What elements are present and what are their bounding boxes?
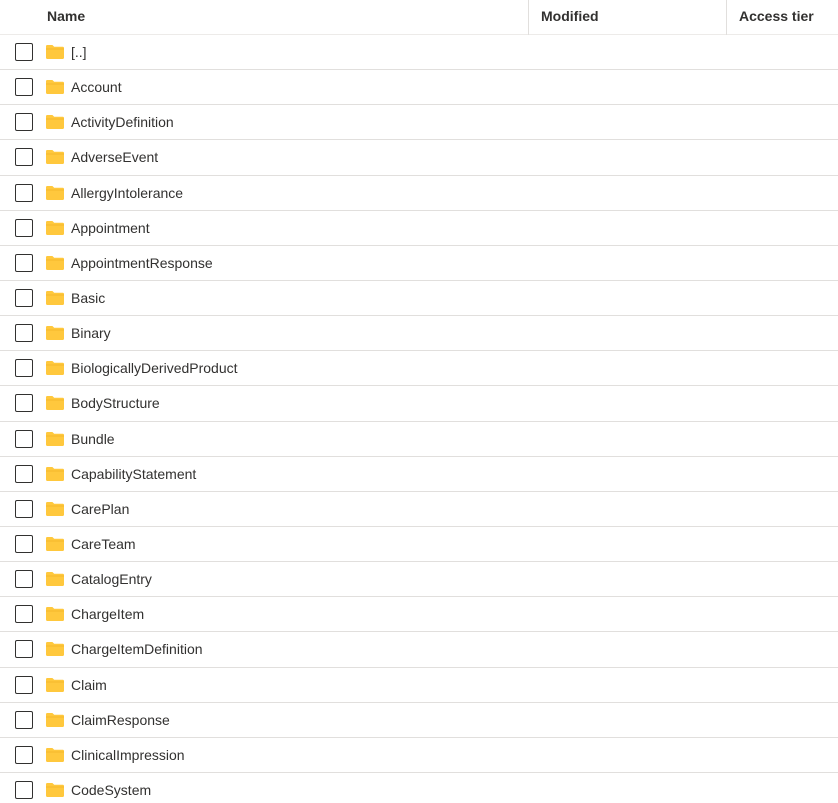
row-checkbox[interactable] bbox=[15, 499, 33, 518]
table-row[interactable]: ChargeItem bbox=[0, 597, 838, 633]
table-row[interactable]: Claim bbox=[0, 668, 838, 703]
row-checkbox[interactable] bbox=[15, 640, 33, 659]
file-list-grid: Name Modified Access tier [..] Account Act… bbox=[0, 0, 838, 803]
table-row[interactable]: Basic bbox=[0, 281, 838, 317]
folder-name-link[interactable]: Account bbox=[71, 70, 122, 105]
row-checkbox[interactable] bbox=[15, 359, 33, 378]
row-checkbox[interactable] bbox=[15, 570, 33, 589]
folder-name-link[interactable]: CarePlan bbox=[71, 492, 129, 527]
folder-icon bbox=[46, 536, 64, 551]
folder-name-link[interactable]: CatalogEntry bbox=[71, 562, 152, 597]
folder-icon bbox=[46, 712, 64, 727]
folder-icon bbox=[46, 115, 64, 130]
table-row[interactable]: BiologicallyDerivedProduct bbox=[0, 351, 838, 387]
folder-name-link[interactable]: BodyStructure bbox=[71, 386, 160, 421]
folder-name-link[interactable]: ChargeItemDefinition bbox=[71, 632, 203, 667]
column-header-access-tier[interactable]: Access tier bbox=[726, 0, 838, 35]
folder-name-link[interactable]: [..] bbox=[71, 35, 87, 70]
folder-icon bbox=[46, 572, 64, 587]
folder-icon bbox=[46, 501, 64, 516]
folder-icon bbox=[46, 220, 64, 235]
row-checkbox[interactable] bbox=[15, 394, 33, 413]
table-row[interactable]: ChargeItemDefinition bbox=[0, 632, 838, 668]
folder-name-link[interactable]: ClaimResponse bbox=[71, 703, 170, 738]
folder-name-link[interactable]: ActivityDefinition bbox=[71, 105, 174, 140]
row-checkbox[interactable] bbox=[15, 183, 33, 202]
row-checkbox[interactable] bbox=[15, 43, 33, 61]
row-checkbox[interactable] bbox=[15, 710, 33, 729]
folder-icon bbox=[46, 466, 64, 481]
row-checkbox[interactable] bbox=[15, 605, 33, 624]
table-row[interactable]: [..] bbox=[0, 35, 838, 71]
folder-icon bbox=[46, 45, 64, 59]
row-checkbox[interactable] bbox=[15, 253, 33, 272]
folder-icon bbox=[46, 290, 64, 305]
column-header-row: Name Modified Access tier bbox=[0, 0, 838, 35]
folder-icon bbox=[46, 150, 64, 165]
table-row[interactable]: CapabilityStatement bbox=[0, 457, 838, 492]
table-row[interactable]: AppointmentResponse bbox=[0, 246, 838, 281]
table-row[interactable]: CodeSystem bbox=[0, 773, 838, 803]
table-row[interactable]: ClaimResponse bbox=[0, 703, 838, 738]
folder-name-link[interactable]: CapabilityStatement bbox=[71, 457, 196, 492]
row-checkbox[interactable] bbox=[15, 429, 33, 448]
row-checkbox[interactable] bbox=[15, 148, 33, 167]
column-header-name[interactable]: Name bbox=[47, 0, 517, 35]
folder-icon bbox=[46, 326, 64, 341]
row-checkbox[interactable] bbox=[15, 534, 33, 553]
folder-name-link[interactable]: CodeSystem bbox=[71, 773, 151, 803]
folder-icon bbox=[46, 396, 64, 411]
folder-name-link[interactable]: Appointment bbox=[71, 211, 150, 246]
table-row[interactable]: AdverseEvent bbox=[0, 140, 838, 176]
row-checkbox[interactable] bbox=[15, 113, 33, 132]
row-checkbox[interactable] bbox=[15, 218, 33, 237]
folder-icon bbox=[46, 607, 64, 622]
folder-name-link[interactable]: AllergyIntolerance bbox=[71, 176, 183, 211]
table-row[interactable]: Bundle bbox=[0, 422, 838, 457]
folder-name-link[interactable]: AdverseEvent bbox=[71, 140, 158, 175]
folder-icon bbox=[46, 782, 64, 797]
folder-name-link[interactable]: AppointmentResponse bbox=[71, 246, 213, 281]
table-row[interactable]: BodyStructure bbox=[0, 386, 838, 422]
table-row[interactable]: Binary bbox=[0, 316, 838, 352]
row-checkbox[interactable] bbox=[15, 745, 33, 764]
table-row[interactable]: Appointment bbox=[0, 211, 838, 246]
row-checkbox[interactable] bbox=[15, 78, 33, 97]
table-row[interactable]: CareTeam bbox=[0, 527, 838, 563]
folder-icon bbox=[46, 185, 64, 200]
table-row[interactable]: ClinicalImpression bbox=[0, 738, 838, 773]
folder-name-link[interactable]: CareTeam bbox=[71, 527, 136, 562]
folder-icon bbox=[46, 431, 64, 446]
folder-icon bbox=[46, 642, 64, 657]
folder-name-link[interactable]: Binary bbox=[71, 316, 111, 351]
table-row[interactable]: Account bbox=[0, 70, 838, 106]
table-row[interactable]: AllergyIntolerance bbox=[0, 176, 838, 211]
column-header-modified[interactable]: Modified bbox=[528, 0, 726, 35]
folder-name-link[interactable]: Basic bbox=[71, 281, 105, 316]
row-checkbox[interactable] bbox=[15, 288, 33, 307]
folder-name-link[interactable]: Bundle bbox=[71, 422, 115, 457]
row-checkbox[interactable] bbox=[15, 675, 33, 694]
folder-icon bbox=[46, 677, 64, 692]
folder-name-link[interactable]: BiologicallyDerivedProduct bbox=[71, 351, 238, 386]
folder-name-link[interactable]: ChargeItem bbox=[71, 597, 144, 632]
table-row[interactable]: ActivityDefinition bbox=[0, 105, 838, 141]
row-checkbox[interactable] bbox=[15, 324, 33, 343]
folder-icon bbox=[46, 747, 64, 762]
table-row[interactable]: CarePlan bbox=[0, 492, 838, 527]
table-row[interactable]: CatalogEntry bbox=[0, 562, 838, 598]
folder-name-link[interactable]: Claim bbox=[71, 668, 107, 703]
folder-icon bbox=[46, 361, 64, 376]
row-checkbox[interactable] bbox=[15, 464, 33, 483]
folder-name-link[interactable]: ClinicalImpression bbox=[71, 738, 185, 773]
row-checkbox[interactable] bbox=[15, 780, 33, 799]
folder-icon bbox=[46, 255, 64, 270]
file-list-body: [..] Account ActivityDefinition AdverseEven… bbox=[0, 35, 838, 803]
folder-icon bbox=[46, 80, 64, 95]
